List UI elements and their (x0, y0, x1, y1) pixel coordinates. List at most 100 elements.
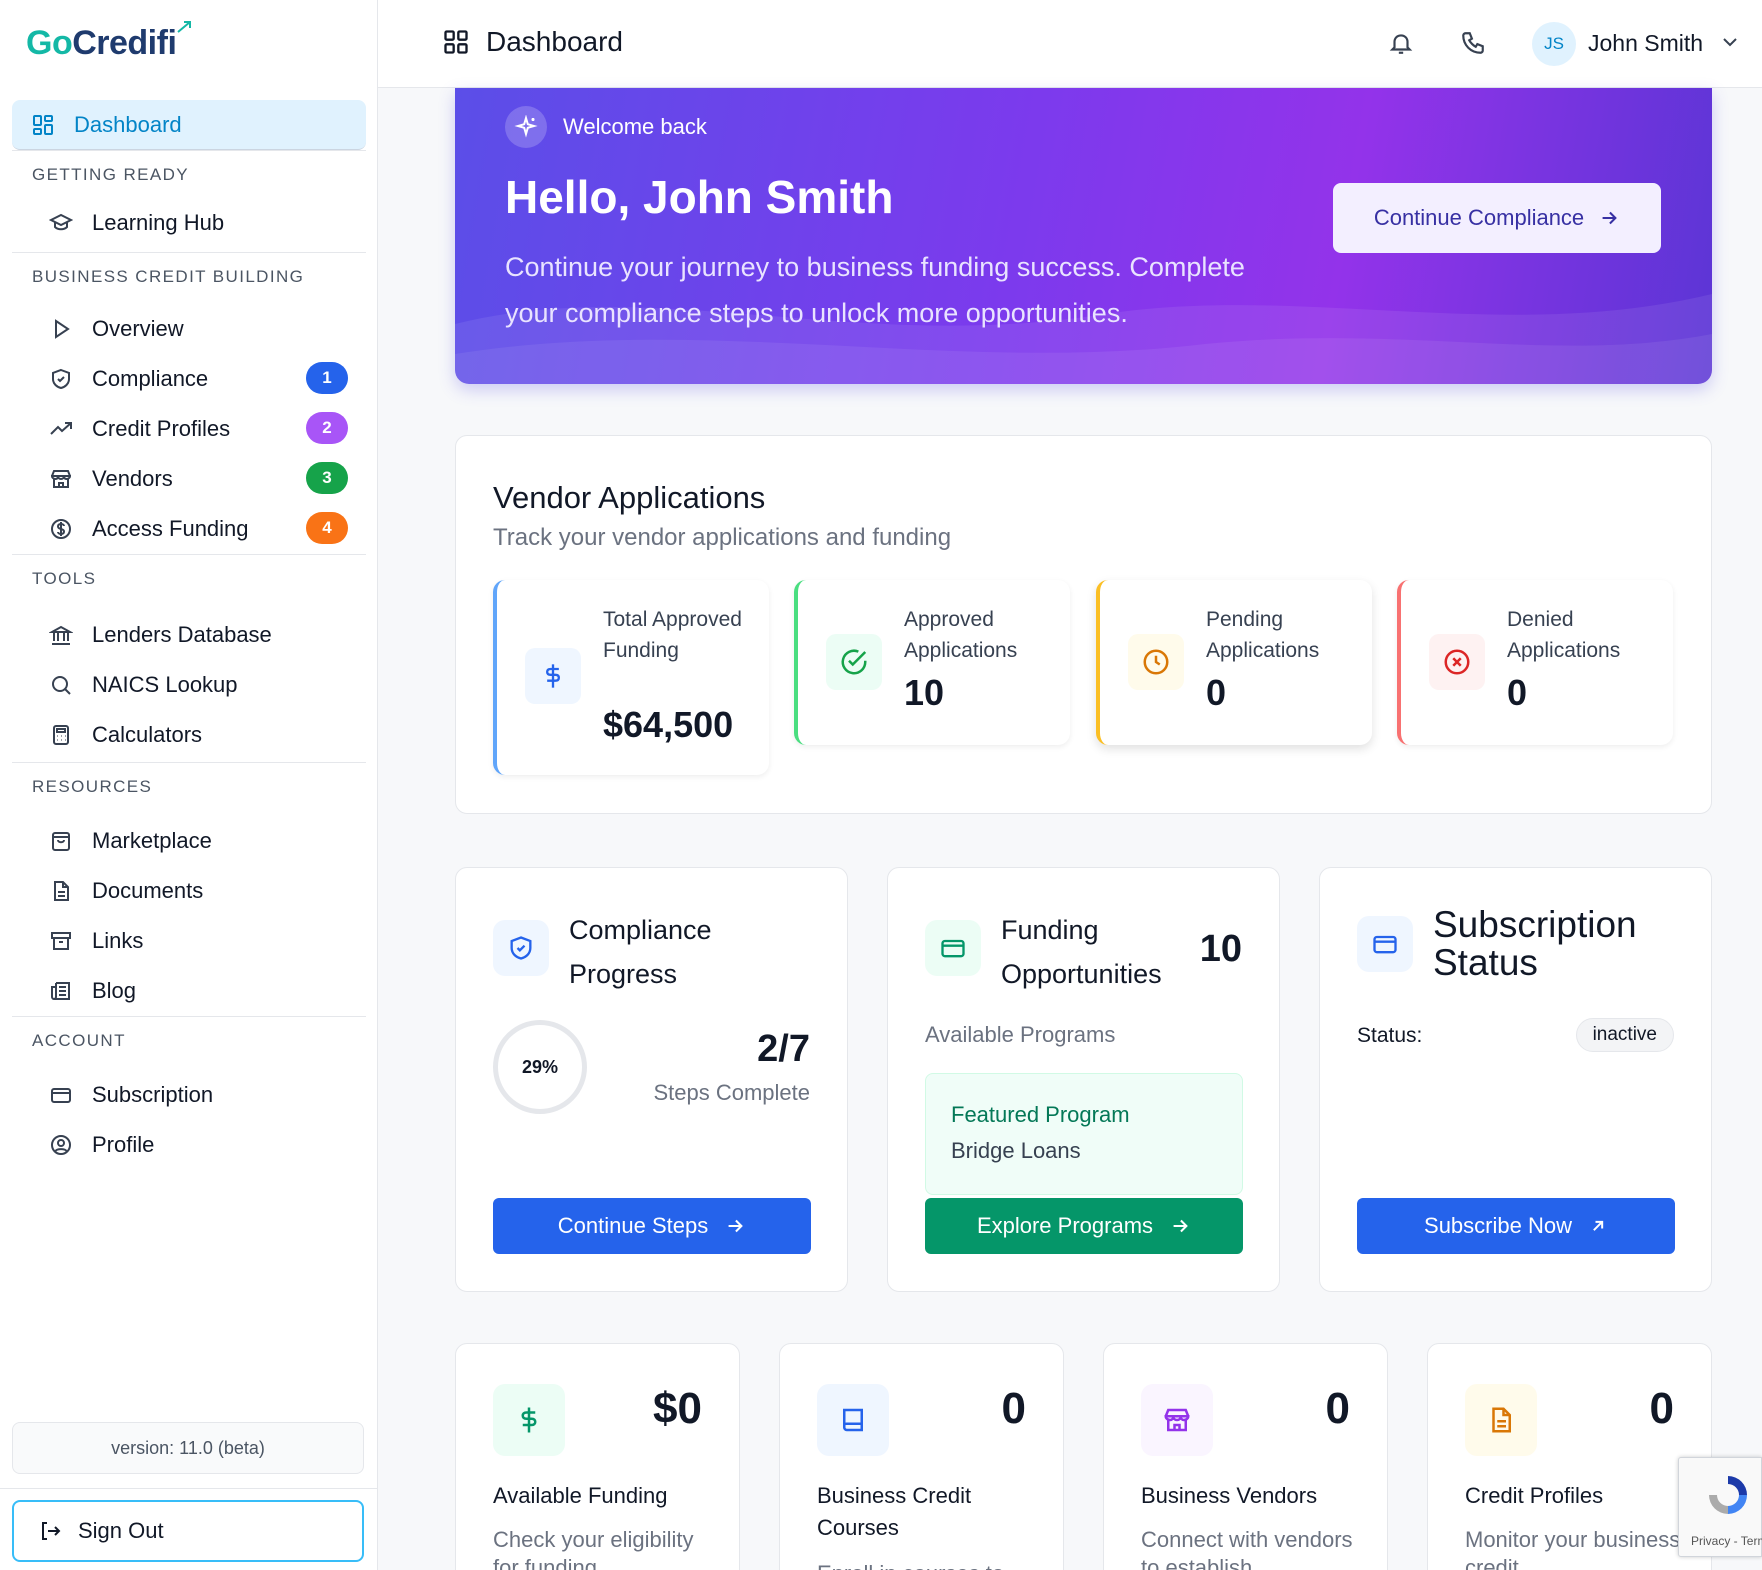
featured-program-label: Featured Program (951, 1102, 1130, 1127)
funding-title: Funding Opportunities (1001, 915, 1162, 989)
recaptcha-text[interactable]: Privacy - Terms (1691, 1534, 1762, 1548)
sidebar-item-compliance[interactable]: Compliance 1 (12, 354, 366, 404)
vendor-applications-subtitle: Track your vendor applications and fundi… (493, 524, 952, 551)
welcome-row: Welcome back (505, 106, 707, 148)
access-funding-badge: 4 (306, 512, 348, 544)
sparkles-icon (505, 106, 547, 148)
external-link-icon (1588, 1216, 1608, 1236)
section-getting-ready: GETTING READY (12, 150, 366, 198)
status-label: Status: (1357, 1024, 1423, 1047)
sidebar-item-overview[interactable]: Overview (12, 304, 366, 354)
store-icon (48, 466, 74, 492)
sign-out-button[interactable]: Sign Out (12, 1500, 364, 1562)
log-out-icon (38, 1519, 64, 1543)
sidebar-item-documents[interactable]: Documents (12, 866, 366, 916)
file-text-icon (1465, 1384, 1537, 1456)
mini-card-title: Business Credit Courses (817, 1483, 972, 1540)
sidebar-item-vendors[interactable]: Vendors 3 (12, 454, 366, 504)
sidebar-item-access-funding[interactable]: Access Funding 4 (12, 504, 366, 554)
mini-card-value: 0 (1325, 1384, 1350, 1433)
sign-out-label: Sign Out (78, 1518, 164, 1543)
sidebar-item-profile[interactable]: Profile (12, 1120, 366, 1170)
compliance-badge: 1 (306, 362, 348, 394)
archive-icon (48, 928, 74, 954)
stat-label: Approved Applications (904, 608, 1018, 662)
recaptcha-badge[interactable]: Privacy - Terms (1678, 1457, 1762, 1557)
chevron-down-icon[interactable] (1718, 30, 1742, 59)
shield-check-icon (493, 920, 549, 976)
sidebar-item-label: Access Funding (92, 516, 249, 541)
book-icon (817, 1384, 889, 1456)
signal-icon (176, 20, 192, 37)
sidebar-item-label: Profile (92, 1132, 155, 1157)
compliance-title: Compliance Progress (569, 915, 712, 989)
sidebar-divider (0, 1488, 378, 1489)
sidebar-item-label: Lenders Database (92, 622, 272, 647)
bell-icon[interactable] (1386, 28, 1416, 58)
sidebar-item-links[interactable]: Links (12, 916, 366, 966)
brand-logo[interactable]: GoCredifi (26, 21, 192, 63)
phone-icon[interactable] (1458, 28, 1488, 58)
stat-label: Total Approved Funding (603, 608, 742, 662)
status-badge: inactive (1575, 1018, 1674, 1052)
available-programs-label: Available Programs (925, 1022, 1116, 1047)
sidebar-item-label: Learning Hub (92, 210, 225, 235)
mini-card-desc: Enroll in courses to (817, 1560, 1037, 1570)
mini-card-title: Credit Profiles (1465, 1483, 1604, 1508)
explore-programs-button[interactable]: Explore Programs (925, 1198, 1243, 1254)
credit-profiles-card[interactable]: 0 Credit Profiles Monitor your business … (1427, 1343, 1712, 1570)
shield-check-icon (48, 366, 74, 392)
subscription-status-card: Subscription Status Status: inactive Sub… (1319, 867, 1712, 1292)
sidebar-item-lenders-database[interactable]: Lenders Database (12, 610, 366, 660)
credit-card-icon (1357, 916, 1413, 972)
store-icon (1141, 1384, 1213, 1456)
top-header: Dashboard JS John Smith (378, 0, 1762, 88)
welcome-banner: Welcome back Hello, John Smith Continue … (455, 88, 1712, 384)
grid-icon (30, 112, 56, 138)
stat-denied-applications: Denied Applications 0 (1397, 580, 1673, 745)
subscribe-now-button[interactable]: Subscribe Now (1357, 1198, 1675, 1254)
button-label: Subscribe Now (1424, 1213, 1572, 1238)
sidebar-item-label: Links (92, 928, 144, 953)
calculator-icon (48, 722, 74, 748)
sidebar-item-naics-lookup[interactable]: NAICS Lookup (12, 660, 366, 710)
user-circle-icon (48, 1132, 74, 1158)
business-credit-courses-card[interactable]: 0 Business Credit Courses Enroll in cour… (779, 1343, 1064, 1570)
sidebar-item-marketplace[interactable]: Marketplace (12, 816, 366, 866)
stat-pending-applications: Pending Applications 0 (1096, 580, 1372, 745)
avatar[interactable]: JS (1532, 22, 1576, 66)
credit-profiles-badge: 2 (306, 412, 348, 444)
greeting-heading: Hello, John Smith (505, 171, 894, 223)
funding-count: 10 (1199, 928, 1242, 970)
graduation-cap-icon (48, 210, 74, 236)
user-name[interactable]: John Smith (1588, 30, 1703, 57)
mini-card-value: $0 (653, 1384, 702, 1433)
sidebar-item-blog[interactable]: Blog (12, 966, 366, 1016)
steps-label: Steps Complete (653, 1080, 810, 1105)
available-funding-card[interactable]: $0 Available Funding Check your eligibil… (455, 1343, 740, 1570)
progress-percent: 29% (521, 1056, 559, 1077)
continue-steps-button[interactable]: Continue Steps (493, 1198, 811, 1254)
sidebar-item-learning-hub[interactable]: Learning Hub (12, 198, 366, 248)
x-circle-icon (1429, 634, 1485, 690)
sidebar-item-label: Subscription (92, 1082, 214, 1107)
progress-ring: 29% (493, 1020, 587, 1114)
newspaper-icon (48, 978, 74, 1004)
sidebar-item-credit-profiles[interactable]: Credit Profiles 2 (12, 404, 366, 454)
clock-icon (1128, 634, 1184, 690)
business-vendors-card[interactable]: 0 Business Vendors Connect with vendors … (1103, 1343, 1388, 1570)
sidebar-item-subscription[interactable]: Subscription (12, 1070, 366, 1120)
play-icon (48, 316, 74, 342)
logo-go-text: Go (26, 24, 73, 62)
sidebar-item-dashboard[interactable]: Dashboard (12, 100, 366, 150)
stat-label: Pending Applications (1206, 608, 1320, 662)
cta-label: Continue Compliance (1373, 205, 1585, 230)
mini-card-title: Business Vendors (1141, 1483, 1318, 1508)
sidebar-item-calculators[interactable]: Calculators (12, 710, 366, 760)
welcome-text: Welcome back (563, 114, 707, 139)
arrow-right-icon (724, 1215, 746, 1237)
continue-compliance-button[interactable]: Continue Compliance (1333, 183, 1661, 253)
featured-program-box[interactable]: Featured Program Bridge Loans (925, 1073, 1243, 1195)
button-label: Explore Programs (976, 1213, 1154, 1238)
file-text-icon (48, 878, 74, 904)
